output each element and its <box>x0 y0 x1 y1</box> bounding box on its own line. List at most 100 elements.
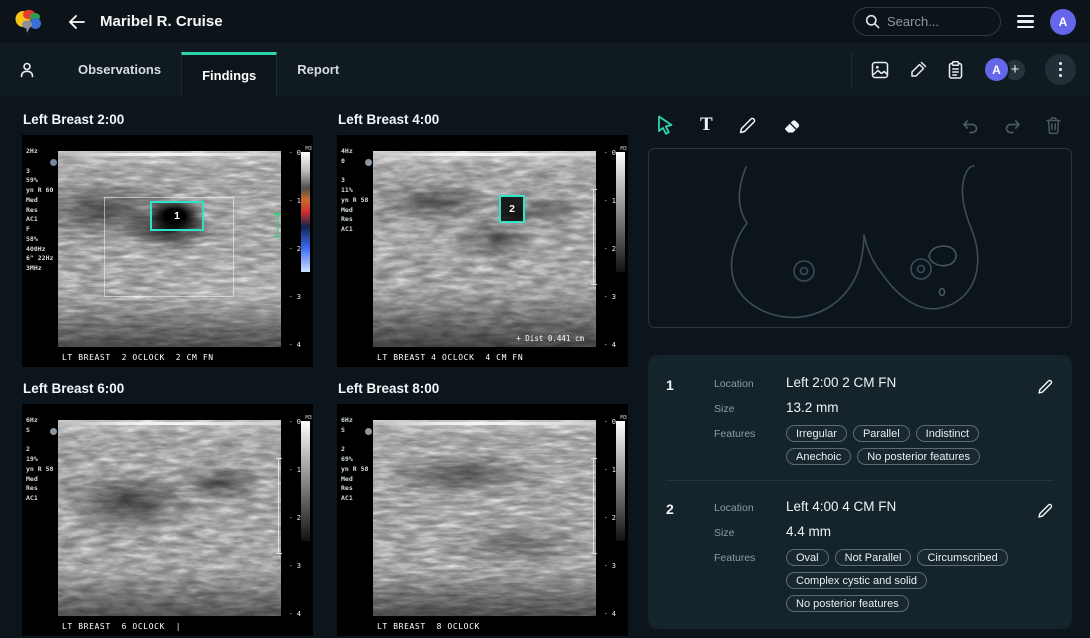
ultrasound-tile-left-breast-8: Left Breast 8:00 6Hz S 2 69% yn R 58 Med… <box>337 371 628 636</box>
ultrasound-scan-area <box>58 420 281 616</box>
finding-location: Left 4:00 4 CM FN <box>786 499 1020 514</box>
undo-icon[interactable] <box>961 117 980 134</box>
feature-chip-list: Irregular Parallel Indistinct Anechoic No po… <box>786 425 1020 465</box>
grayscale-colorbar <box>301 421 310 541</box>
edit-finding-button[interactable] <box>1026 375 1054 465</box>
user-avatar[interactable]: A <box>1050 9 1076 35</box>
depth-tick: -0 <box>279 149 301 157</box>
top-bar: Maribel R. Cruise A <box>0 0 1090 43</box>
feature-chip[interactable]: Irregular <box>786 425 847 442</box>
finding-number: 1 <box>666 375 708 465</box>
text-tool[interactable]: T <box>700 114 713 136</box>
feature-chip[interactable]: No posterior features <box>786 595 909 612</box>
depth-tick: -1 <box>594 466 616 474</box>
depth-tick: -4 <box>279 341 301 349</box>
depth-ruler: -0-1-2-3-4 <box>279 149 301 349</box>
feature-chip[interactable]: Oval <box>786 549 829 566</box>
collaborators-group[interactable]: A + <box>983 56 1027 83</box>
feature-chip[interactable]: Circumscribed <box>917 549 1007 566</box>
feature-chip[interactable]: No posterior features <box>857 448 980 465</box>
feature-chip[interactable]: Complex cystic and solid <box>786 572 927 589</box>
lesion-outline <box>929 246 956 266</box>
scan-annotation-text: LT BREAST 8 OCLOCK <box>377 622 480 631</box>
breast-diagram-sketch <box>649 149 1071 327</box>
more-options-button[interactable] <box>1045 54 1076 85</box>
depth-tick: -2 <box>594 245 616 253</box>
content-toolbar: A + <box>870 43 1076 96</box>
finding-marker-box-2[interactable]: 2 <box>499 195 525 223</box>
ultrasound-image[interactable]: 6Hz S 2 19% yn R 58 Med Res AC1 -0-1-2-3… <box>22 404 313 636</box>
ultrasound-image[interactable]: 6Hz S 2 69% yn R 58 Med Res AC1 -0-1-2-3… <box>337 404 628 636</box>
annotation-toolbar: T <box>648 102 1072 148</box>
findings-list: 1 Location Left 2:00 2 CM FN Size 13.2 m… <box>648 355 1072 629</box>
feature-chip[interactable]: Anechoic <box>786 448 851 465</box>
finding-marker-box-1[interactable]: 1 <box>150 201 204 231</box>
edit-finding-button[interactable] <box>1026 499 1054 612</box>
report-clipboard-button[interactable] <box>946 60 965 80</box>
menu-hamburger-icon[interactable] <box>1015 11 1036 33</box>
tab-strip: Observations Findings Report A + <box>0 43 1090 96</box>
app-logo-brain-icon <box>14 9 44 35</box>
scan-annotation-text: LT BREAST 2 OCLOCK 2 CM FN <box>62 353 214 362</box>
depth-tick: -2 <box>594 514 616 522</box>
search-input[interactable] <box>887 14 989 29</box>
add-image-button[interactable] <box>870 60 890 80</box>
depth-tick: -3 <box>594 293 616 301</box>
collaborator-avatar[interactable]: A <box>983 56 1010 83</box>
finding-row-2[interactable]: 2 Location Left 4:00 4 CM FN Size 4.4 mm… <box>666 480 1054 627</box>
search-box[interactable] <box>853 7 1001 36</box>
ultrasound-scan-area <box>373 420 596 616</box>
back-arrow-icon[interactable] <box>68 14 86 30</box>
feature-chip-list: Oval Not Parallel Circumscribed Complex cys… <box>786 549 1020 612</box>
scan-annotation-text: LT BREAST 6 OCLOCK | <box>62 622 181 631</box>
redo-icon[interactable] <box>1003 117 1022 134</box>
ultrasound-image[interactable]: 2Hz 3 59% yn R 60 Med Res AC1 F 58% 400H… <box>22 135 313 367</box>
ultrasound-scan-area <box>373 151 596 347</box>
ultrasound-tile-left-breast-2: Left Breast 2:00 2Hz 3 59% yn R 60 Med R… <box>22 102 313 367</box>
ultrasound-image[interactable]: 4Hz 0 3 11% yn R 58 Med Res AC1 2 -0 -1 -2… <box>337 135 628 367</box>
distance-measurement-label: + Dist 0.441 cm <box>516 334 584 343</box>
feature-chip[interactable]: Parallel <box>853 425 910 442</box>
finding-number: 2 <box>666 499 708 612</box>
depth-tick: -2 <box>279 245 301 253</box>
location-label: Location <box>714 502 772 514</box>
finding-size: 4.4 mm <box>786 524 1020 539</box>
depth-tick: -1 <box>279 466 301 474</box>
pencil-tool[interactable] <box>738 116 757 135</box>
feature-chip[interactable]: Indistinct <box>916 425 979 442</box>
size-label: Size <box>714 403 772 415</box>
scan-annotation-text: LT BREAST 4 OCLOCK 4 CM FN <box>377 353 523 362</box>
depth-tick: -1 <box>594 197 616 205</box>
finding-row-1[interactable]: 1 Location Left 2:00 2 CM FN Size 13.2 m… <box>666 357 1054 480</box>
depth-tick: -1 <box>279 197 301 205</box>
finding-size: 13.2 mm <box>786 400 1020 415</box>
annotate-brush-button[interactable] <box>908 60 928 80</box>
main-content: Left Breast 2:00 2Hz 3 59% yn R 60 Med R… <box>0 96 1090 636</box>
patient-profile-icon[interactable] <box>18 43 36 96</box>
grayscale-colorbar <box>616 152 625 272</box>
ultrasound-tile-left-breast-4: Left Breast 4:00 4Hz 0 3 11% yn R 58 Med… <box>337 102 628 367</box>
patient-name: Maribel R. Cruise <box>100 13 223 30</box>
toolbar-separator <box>851 51 852 88</box>
depth-ruler: -0-1-2-3-4 <box>594 149 616 349</box>
select-cursor-tool[interactable] <box>656 115 675 135</box>
tile-title: Left Breast 8:00 <box>338 381 628 396</box>
breast-diagram-canvas[interactable] <box>648 148 1072 328</box>
depth-tick: -3 <box>594 562 616 570</box>
tab-findings[interactable]: Findings <box>181 52 277 96</box>
size-label: Size <box>714 527 772 539</box>
history-controls <box>961 116 1066 135</box>
ultrasound-grid: Left Breast 2:00 2Hz 3 59% yn R 60 Med R… <box>22 102 628 636</box>
delete-trash-icon[interactable] <box>1045 116 1062 135</box>
depth-tick: -4 <box>279 610 301 618</box>
elastography-colorbar <box>301 152 310 272</box>
depth-tick: -0 <box>594 149 616 157</box>
depth-ruler: -0-1-2-3-4 <box>594 418 616 618</box>
location-label: Location <box>714 378 772 390</box>
feature-chip[interactable]: Not Parallel <box>835 549 912 566</box>
eraser-tool[interactable] <box>782 116 802 135</box>
tile-title: Left Breast 4:00 <box>338 112 628 127</box>
scan-parameters: 4Hz 0 3 11% yn R 58 Med Res AC1 <box>341 147 374 235</box>
tab-report[interactable]: Report <box>277 43 359 96</box>
tab-observations[interactable]: Observations <box>58 43 181 96</box>
